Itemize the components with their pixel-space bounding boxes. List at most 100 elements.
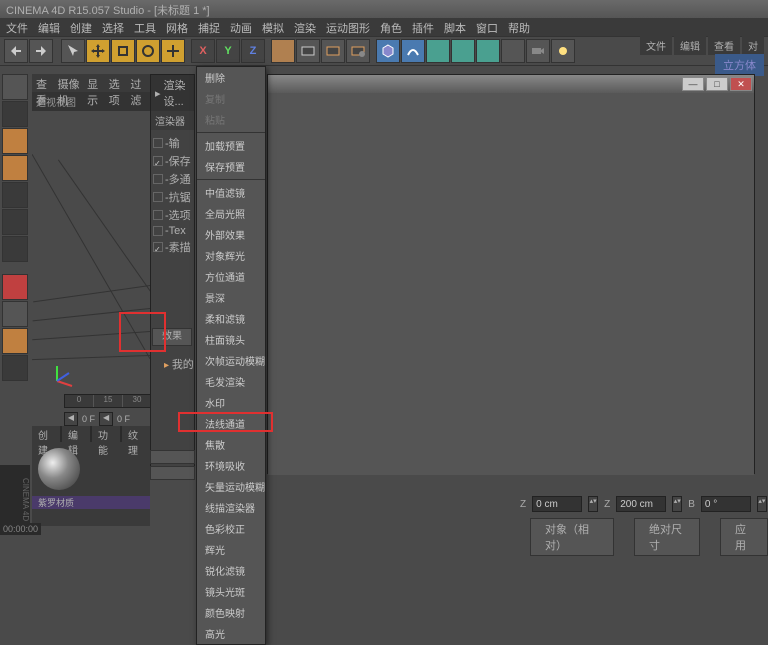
ctx-柱面镜头[interactable]: 柱面镜头: [197, 329, 265, 350]
ctx-删除[interactable]: 删除: [197, 67, 265, 88]
menu-创建[interactable]: 创建: [70, 20, 92, 34]
rs-输[interactable]: -输: [153, 134, 192, 152]
ctx-粘贴[interactable]: 粘贴: [197, 109, 265, 130]
ctx-景深[interactable]: 景深: [197, 287, 265, 308]
mtab-功能[interactable]: 功能: [92, 426, 120, 442]
viewport-3d[interactable]: [32, 111, 150, 401]
vtab-显示[interactable]: 显示: [87, 76, 103, 90]
effects-button[interactable]: 效果: [152, 328, 192, 346]
ctx-锐化滤镜[interactable]: 锐化滤镜: [197, 560, 265, 581]
ctx-毛发渲染[interactable]: 毛发渲染: [197, 371, 265, 392]
checkbox[interactable]: [153, 174, 163, 184]
z2-spin[interactable]: ▴▾: [672, 496, 682, 512]
rtab-对[interactable]: 对: [742, 36, 764, 55]
menu-插件[interactable]: 插件: [412, 20, 434, 34]
menu-网格[interactable]: 网格: [166, 20, 188, 34]
ctx-线描渲染器[interactable]: 线描渲染器: [197, 497, 265, 518]
z-spin[interactable]: ▴▾: [588, 496, 598, 512]
render-pv-btn[interactable]: [321, 39, 345, 63]
ctx-镜头光斑[interactable]: 镜头光斑: [197, 581, 265, 602]
redo-btn[interactable]: [29, 39, 53, 63]
menu-工具[interactable]: 工具: [134, 20, 156, 34]
maximize-btn[interactable]: □: [706, 77, 728, 91]
render-settings-btn[interactable]: [346, 39, 370, 63]
menu-角色[interactable]: 角色: [380, 20, 402, 34]
ctx-颜色映射[interactable]: 颜色映射: [197, 602, 265, 623]
ctx-中值滤镜[interactable]: 中值滤镜: [197, 182, 265, 203]
tl-prev[interactable]: ◀: [64, 412, 78, 426]
snap-btn[interactable]: [2, 274, 28, 300]
ctx-色彩校正[interactable]: 色彩校正: [197, 518, 265, 539]
ctx-全局光照[interactable]: 全局光照: [197, 203, 265, 224]
mtab-创建[interactable]: 创建: [32, 426, 60, 442]
ctx-保存预置[interactable]: 保存预置: [197, 156, 265, 177]
spline-btn[interactable]: [401, 39, 425, 63]
checkbox[interactable]: [153, 192, 163, 202]
environment-btn[interactable]: [501, 39, 525, 63]
material-preview[interactable]: [38, 448, 80, 490]
deformer-btn[interactable]: [476, 39, 500, 63]
quantize-btn[interactable]: [2, 328, 28, 354]
menu-选择[interactable]: 选择: [102, 20, 124, 34]
ctx-方位通道[interactable]: 方位通道: [197, 266, 265, 287]
ctx-柔和滤镜[interactable]: 柔和滤镜: [197, 308, 265, 329]
vtab-摄像机[interactable]: 摄像机: [58, 76, 81, 90]
picture-viewer-body[interactable]: [268, 93, 754, 475]
edge-mode-btn[interactable]: [2, 209, 28, 235]
menu-运动图形[interactable]: 运动图形: [326, 20, 370, 34]
menu-文件[interactable]: 文件: [6, 20, 28, 34]
rs-footer2[interactable]: [150, 466, 195, 480]
y-axis-btn[interactable]: Y: [216, 39, 240, 63]
vtab-查看[interactable]: 查看: [36, 76, 52, 90]
primitive-btn[interactable]: [376, 39, 400, 63]
ctx-矢量运动模糊[interactable]: 矢量运动模糊: [197, 476, 265, 497]
checkbox[interactable]: [153, 138, 163, 148]
ctx-水印[interactable]: 水印: [197, 392, 265, 413]
model-mode-btn[interactable]: [2, 101, 28, 127]
menu-脚本[interactable]: 脚本: [444, 20, 466, 34]
minimize-btn[interactable]: —: [682, 77, 704, 91]
rs-renderer-tab[interactable]: 渲染器: [151, 111, 194, 130]
ctx-环境吸收[interactable]: 环境吸收: [197, 455, 265, 476]
menu-编辑[interactable]: 编辑: [38, 20, 60, 34]
z2-input[interactable]: [616, 496, 666, 512]
last-tool-btn[interactable]: [161, 39, 185, 63]
checkbox[interactable]: [153, 242, 163, 252]
ctx-高光[interactable]: 高光: [197, 623, 265, 644]
ctx-对象辉光[interactable]: 对象辉光: [197, 245, 265, 266]
nurbs-btn[interactable]: [426, 39, 450, 63]
z-axis-btn[interactable]: Z: [241, 39, 265, 63]
menu-捕捉[interactable]: 捕捉: [198, 20, 220, 34]
vtab-选项[interactable]: 选项: [109, 76, 125, 90]
menu-模拟[interactable]: 模拟: [262, 20, 284, 34]
object-relative-btn[interactable]: 对象（相对）: [530, 518, 614, 556]
ctx-焦散[interactable]: 焦散: [197, 434, 265, 455]
x-axis-btn[interactable]: X: [191, 39, 215, 63]
menu-渲染[interactable]: 渲染: [294, 20, 316, 34]
move-btn[interactable]: [86, 39, 110, 63]
menu-帮助[interactable]: 帮助: [508, 20, 530, 34]
ctx-辉光[interactable]: 辉光: [197, 539, 265, 560]
ctx-外部效果[interactable]: 外部效果: [197, 224, 265, 245]
menu-动画[interactable]: 动画: [230, 20, 252, 34]
checkbox[interactable]: [153, 156, 163, 166]
rs-footer1[interactable]: [150, 450, 195, 464]
make-editable-btn[interactable]: [2, 74, 28, 100]
point-mode-btn[interactable]: [2, 182, 28, 208]
rtab-编辑[interactable]: 编辑: [674, 36, 706, 55]
rs-素描[interactable]: -素描: [153, 238, 192, 256]
menu-窗口[interactable]: 窗口: [476, 20, 498, 34]
scale-btn[interactable]: [111, 39, 135, 63]
select-btn[interactable]: [61, 39, 85, 63]
ctx-加载预置[interactable]: 加载预置: [197, 135, 265, 156]
checkbox[interactable]: [153, 226, 163, 236]
rtab-文件[interactable]: 文件: [640, 36, 672, 55]
workplane-mode-btn[interactable]: [2, 355, 28, 381]
texture-mode-btn[interactable]: [2, 128, 28, 154]
snap-settings-btn[interactable]: [2, 301, 28, 327]
ctx-次帧运动模糊[interactable]: 次帧运动模糊: [197, 350, 265, 371]
z-input[interactable]: [532, 496, 582, 512]
tl-prev2[interactable]: ◀: [99, 412, 113, 426]
apply-btn[interactable]: 应用: [720, 518, 768, 556]
camera-btn[interactable]: [526, 39, 550, 63]
